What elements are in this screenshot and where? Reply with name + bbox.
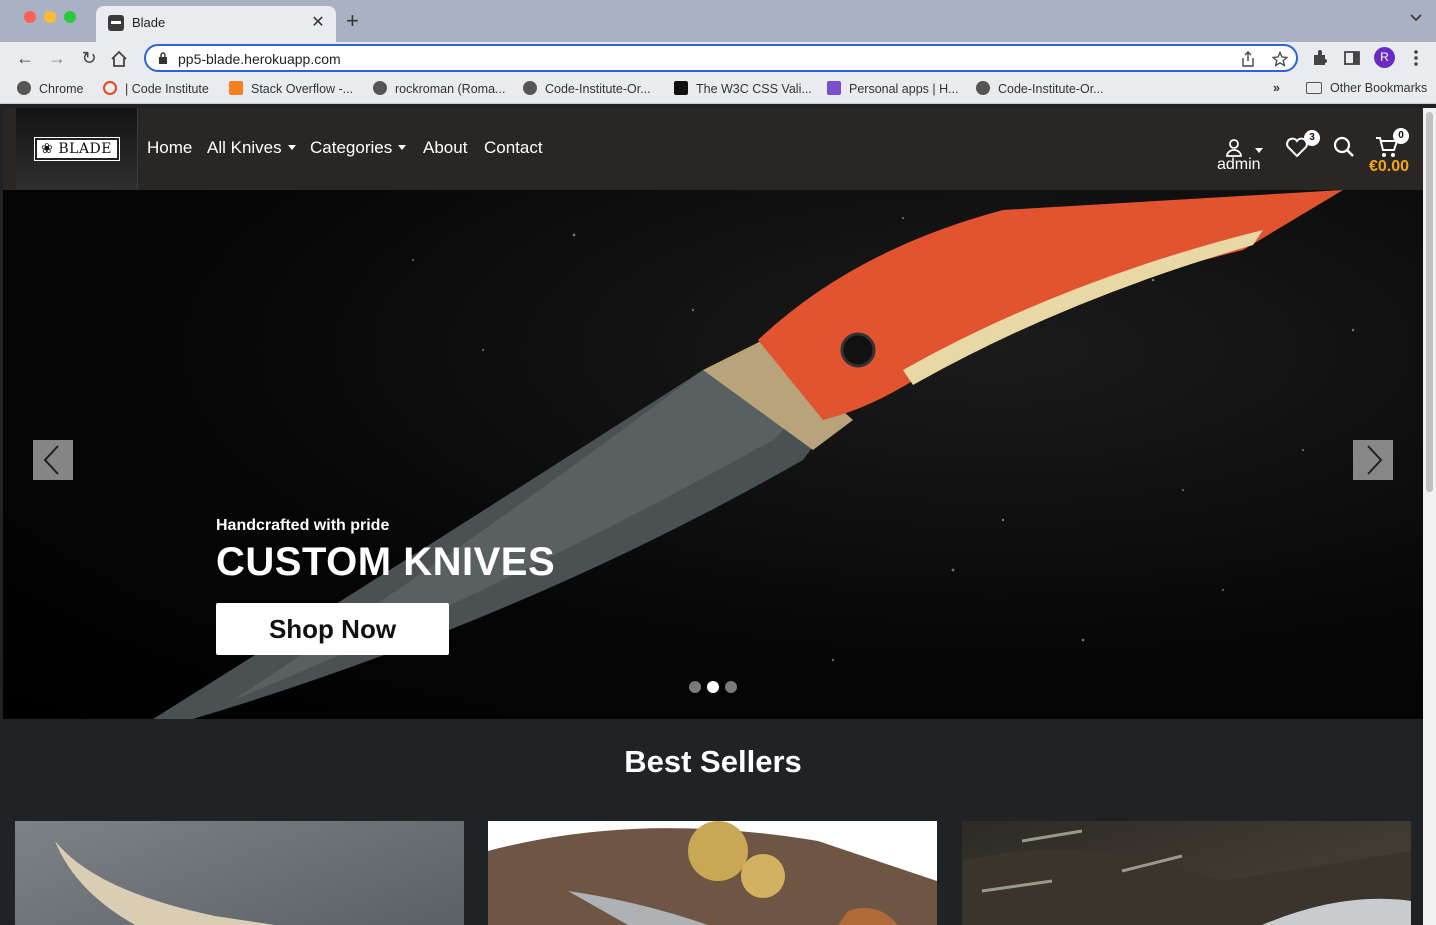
cart-count-badge: 0 bbox=[1393, 128, 1409, 144]
url-text: pp5-blade.herokuapp.com bbox=[178, 51, 341, 67]
nav-contact[interactable]: Contact bbox=[484, 138, 543, 158]
close-tab-icon[interactable]: ✕ bbox=[308, 12, 328, 32]
forward-icon[interactable]: → bbox=[45, 46, 69, 70]
chevron-left-icon bbox=[43, 445, 59, 475]
bookmark-label: Code-Institute-Or... bbox=[545, 82, 651, 96]
carousel-indicator-3[interactable] bbox=[725, 681, 737, 693]
new-tab-button[interactable]: + bbox=[346, 8, 359, 34]
browser-menu-icon[interactable] bbox=[1406, 48, 1426, 68]
browser-toolbar: ← → ↻ pp5-blade.herokuapp.com R bbox=[0, 42, 1436, 74]
nav-all-knives-label: All Knives bbox=[207, 138, 282, 157]
address-bar[interactable]: pp5-blade.herokuapp.com bbox=[144, 44, 1298, 72]
search-icon[interactable] bbox=[1333, 136, 1355, 158]
best-sellers-title: Best Sellers bbox=[624, 744, 802, 779]
page-scrollbar[interactable] bbox=[1423, 108, 1436, 925]
lock-icon bbox=[159, 52, 167, 64]
account-username: admin bbox=[1217, 156, 1261, 173]
close-window-button[interactable] bbox=[24, 11, 36, 23]
heroku-icon bbox=[827, 81, 841, 95]
maximize-window-button[interactable] bbox=[64, 11, 76, 23]
w3c-icon bbox=[674, 81, 688, 95]
carousel-indicator-2[interactable] bbox=[707, 681, 719, 693]
website-viewport: BLADE Home All Knives Categories About C… bbox=[3, 108, 1423, 925]
nav-categories[interactable]: Categories bbox=[310, 138, 407, 158]
extensions-icon[interactable] bbox=[1310, 48, 1330, 68]
minimize-window-button[interactable] bbox=[44, 11, 56, 23]
bookmark-label: Personal apps | H... bbox=[849, 82, 959, 96]
carousel-prev-button[interactable] bbox=[33, 440, 73, 480]
bookmark-label: rockroman (Roma... bbox=[395, 82, 506, 96]
bookmark-code-institute[interactable]: | Code Institute bbox=[103, 81, 209, 99]
user-icon bbox=[1226, 139, 1242, 157]
bookmarks-bar: Chrome | Code Institute Stack Overflow -… bbox=[0, 74, 1436, 104]
caret-down-icon bbox=[287, 145, 296, 150]
bookmark-code-institute-org-2[interactable]: Code-Institute-Or... bbox=[976, 81, 1104, 99]
hero-title: CUSTOM KNIVES bbox=[216, 540, 556, 584]
github-icon bbox=[976, 81, 990, 95]
bookmark-label: The W3C CSS Vali... bbox=[696, 82, 812, 96]
stack-overflow-icon bbox=[229, 81, 243, 95]
tab-favicon-icon bbox=[108, 15, 124, 31]
product-card-1[interactable] bbox=[15, 821, 464, 925]
back-icon[interactable]: ← bbox=[13, 46, 37, 70]
bookmark-label: Stack Overflow -... bbox=[251, 82, 354, 96]
bookmark-stack-overflow[interactable]: Stack Overflow -... bbox=[229, 81, 353, 99]
nav-about[interactable]: About bbox=[423, 138, 467, 158]
bookmark-star-icon[interactable] bbox=[1272, 51, 1288, 67]
reload-icon[interactable]: ↻ bbox=[77, 46, 101, 70]
github-icon bbox=[523, 81, 537, 95]
logo-link[interactable]: BLADE bbox=[16, 108, 138, 190]
share-icon[interactable] bbox=[1240, 51, 1256, 67]
bookmark-label: Code-Institute-Or... bbox=[998, 82, 1104, 96]
home-icon[interactable] bbox=[110, 50, 128, 68]
tab-search-chevron-icon[interactable] bbox=[1410, 11, 1422, 23]
hero-carousel: Handcrafted with pride CUSTOM KNIVES Sho… bbox=[3, 190, 1423, 719]
caret-down-icon bbox=[398, 145, 407, 150]
code-institute-icon bbox=[103, 81, 117, 95]
other-bookmarks-label: Other Bookmarks bbox=[1330, 81, 1428, 95]
caret-down-icon bbox=[1255, 148, 1263, 153]
product-image bbox=[962, 829, 1411, 925]
carousel-next-button[interactable] bbox=[1353, 440, 1393, 480]
nav-home[interactable]: Home bbox=[147, 138, 192, 158]
bookmark-code-institute-org[interactable]: Code-Institute-Or... bbox=[523, 81, 651, 99]
site-navbar: BLADE Home All Knives Categories About C… bbox=[3, 108, 1423, 190]
account-menu[interactable]: admin bbox=[1215, 136, 1265, 176]
wishlist-count-badge: 3 bbox=[1304, 130, 1320, 146]
bookmark-label: | Code Institute bbox=[125, 82, 209, 96]
nav-categories-label: Categories bbox=[310, 138, 393, 157]
bookmark-chrome[interactable]: Chrome bbox=[17, 81, 83, 99]
best-sellers-section: Best Sellers bbox=[3, 719, 1423, 925]
chrome-icon bbox=[17, 81, 31, 95]
other-bookmarks[interactable]: Other Bookmarks bbox=[1306, 81, 1427, 99]
chevron-right-icon bbox=[1367, 445, 1383, 475]
bookmark-label: Chrome bbox=[39, 82, 84, 96]
bookmark-personal-apps[interactable]: Personal apps | H... bbox=[827, 81, 959, 99]
more-bookmarks-button[interactable]: » bbox=[1273, 81, 1280, 99]
bookmark-rockroman[interactable]: rockroman (Roma... bbox=[373, 81, 505, 99]
github-icon bbox=[373, 81, 387, 95]
product-image bbox=[488, 821, 937, 925]
scrollbar-thumb[interactable] bbox=[1426, 112, 1433, 492]
product-image bbox=[55, 841, 275, 925]
side-panel-icon[interactable] bbox=[1342, 48, 1362, 68]
hero-subtitle: Handcrafted with pride bbox=[216, 517, 390, 534]
product-card-3[interactable] bbox=[962, 821, 1411, 925]
bookmark-w3c-css[interactable]: The W3C CSS Vali... bbox=[674, 81, 812, 99]
browser-tab-strip: Blade ✕ + bbox=[0, 0, 1436, 42]
folder-icon bbox=[1306, 82, 1322, 94]
cart-total[interactable]: €0.00 bbox=[1369, 158, 1409, 176]
shop-now-button[interactable]: Shop Now bbox=[216, 603, 449, 655]
nav-all-knives[interactable]: All Knives bbox=[207, 138, 296, 158]
carousel-indicator-1[interactable] bbox=[689, 681, 701, 693]
profile-avatar[interactable]: R bbox=[1374, 47, 1395, 68]
browser-tab[interactable]: Blade ✕ bbox=[96, 6, 336, 42]
blade-logo: BLADE bbox=[34, 137, 120, 161]
product-card-2[interactable] bbox=[488, 821, 937, 925]
tab-title: Blade bbox=[132, 15, 166, 30]
